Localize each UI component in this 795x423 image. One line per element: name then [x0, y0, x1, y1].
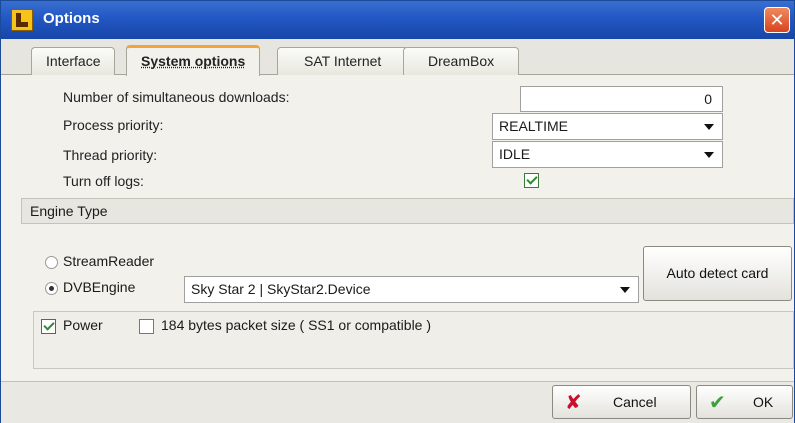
stream-reader-label: StreamReader [63, 253, 155, 269]
window-title: Options [43, 10, 100, 27]
process-priority-label: Process priority: [63, 117, 164, 133]
chevron-down-icon [620, 287, 630, 293]
device-value: Sky Star 2 | SkyStar2.Device [191, 281, 371, 297]
turn-off-logs-label: Turn off logs: [63, 173, 144, 189]
tab-system-options[interactable]: System options [126, 45, 261, 76]
cancel-button[interactable]: ✘ Cancel [552, 385, 691, 419]
power-label: Power [63, 317, 103, 333]
tab-dreambox[interactable]: DreamBox [403, 47, 520, 75]
process-priority-select[interactable]: REALTIME [492, 113, 723, 140]
engine-type-header: Engine Type [21, 198, 794, 224]
chevron-down-icon [704, 124, 714, 130]
close-icon: ✕ [769, 10, 785, 30]
packet-size-checkbox[interactable] [139, 319, 154, 334]
chevron-down-icon [704, 152, 714, 158]
dvb-engine-label: DVBEngine [63, 279, 136, 295]
dvb-engine-radio[interactable] [45, 282, 58, 295]
device-select[interactable]: Sky Star 2 | SkyStar2.Device [184, 276, 639, 303]
cancel-label: Cancel [613, 394, 657, 410]
power-checkbox[interactable] [41, 319, 56, 334]
title-bar[interactable]: Options ✕ [1, 1, 794, 39]
thread-priority-select[interactable]: IDLE [492, 141, 723, 168]
tab-strip: Interface System options SAT Internet Dr… [1, 39, 794, 76]
stream-reader-radio[interactable] [45, 256, 58, 269]
thread-priority-value: IDLE [499, 146, 531, 162]
close-button[interactable]: ✕ [764, 7, 790, 33]
auto-detect-card-button[interactable]: Auto detect card [643, 246, 792, 301]
tab-interface[interactable]: Interface [31, 47, 116, 75]
process-priority-value: REALTIME [499, 118, 568, 134]
turn-off-logs-checkbox[interactable] [524, 173, 539, 188]
tab-sat-internet[interactable]: SAT Internet [277, 47, 409, 75]
app-icon [11, 9, 33, 31]
downloads-label: Number of simultaneous downloads: [63, 89, 290, 105]
ok-button[interactable]: ✔ OK [696, 385, 793, 419]
cancel-x-icon: ✘ [565, 392, 582, 414]
ok-checkmark-icon: ✔ [709, 392, 726, 414]
options-window: Options ✕ Interface System options SAT I… [0, 0, 795, 423]
thread-priority-label: Thread priority: [63, 147, 158, 163]
downloads-input[interactable]: 0 [520, 86, 723, 112]
ok-label: OK [753, 394, 774, 410]
packet-size-label: 184 bytes packet size ( SS1 or compatibl… [161, 317, 432, 333]
